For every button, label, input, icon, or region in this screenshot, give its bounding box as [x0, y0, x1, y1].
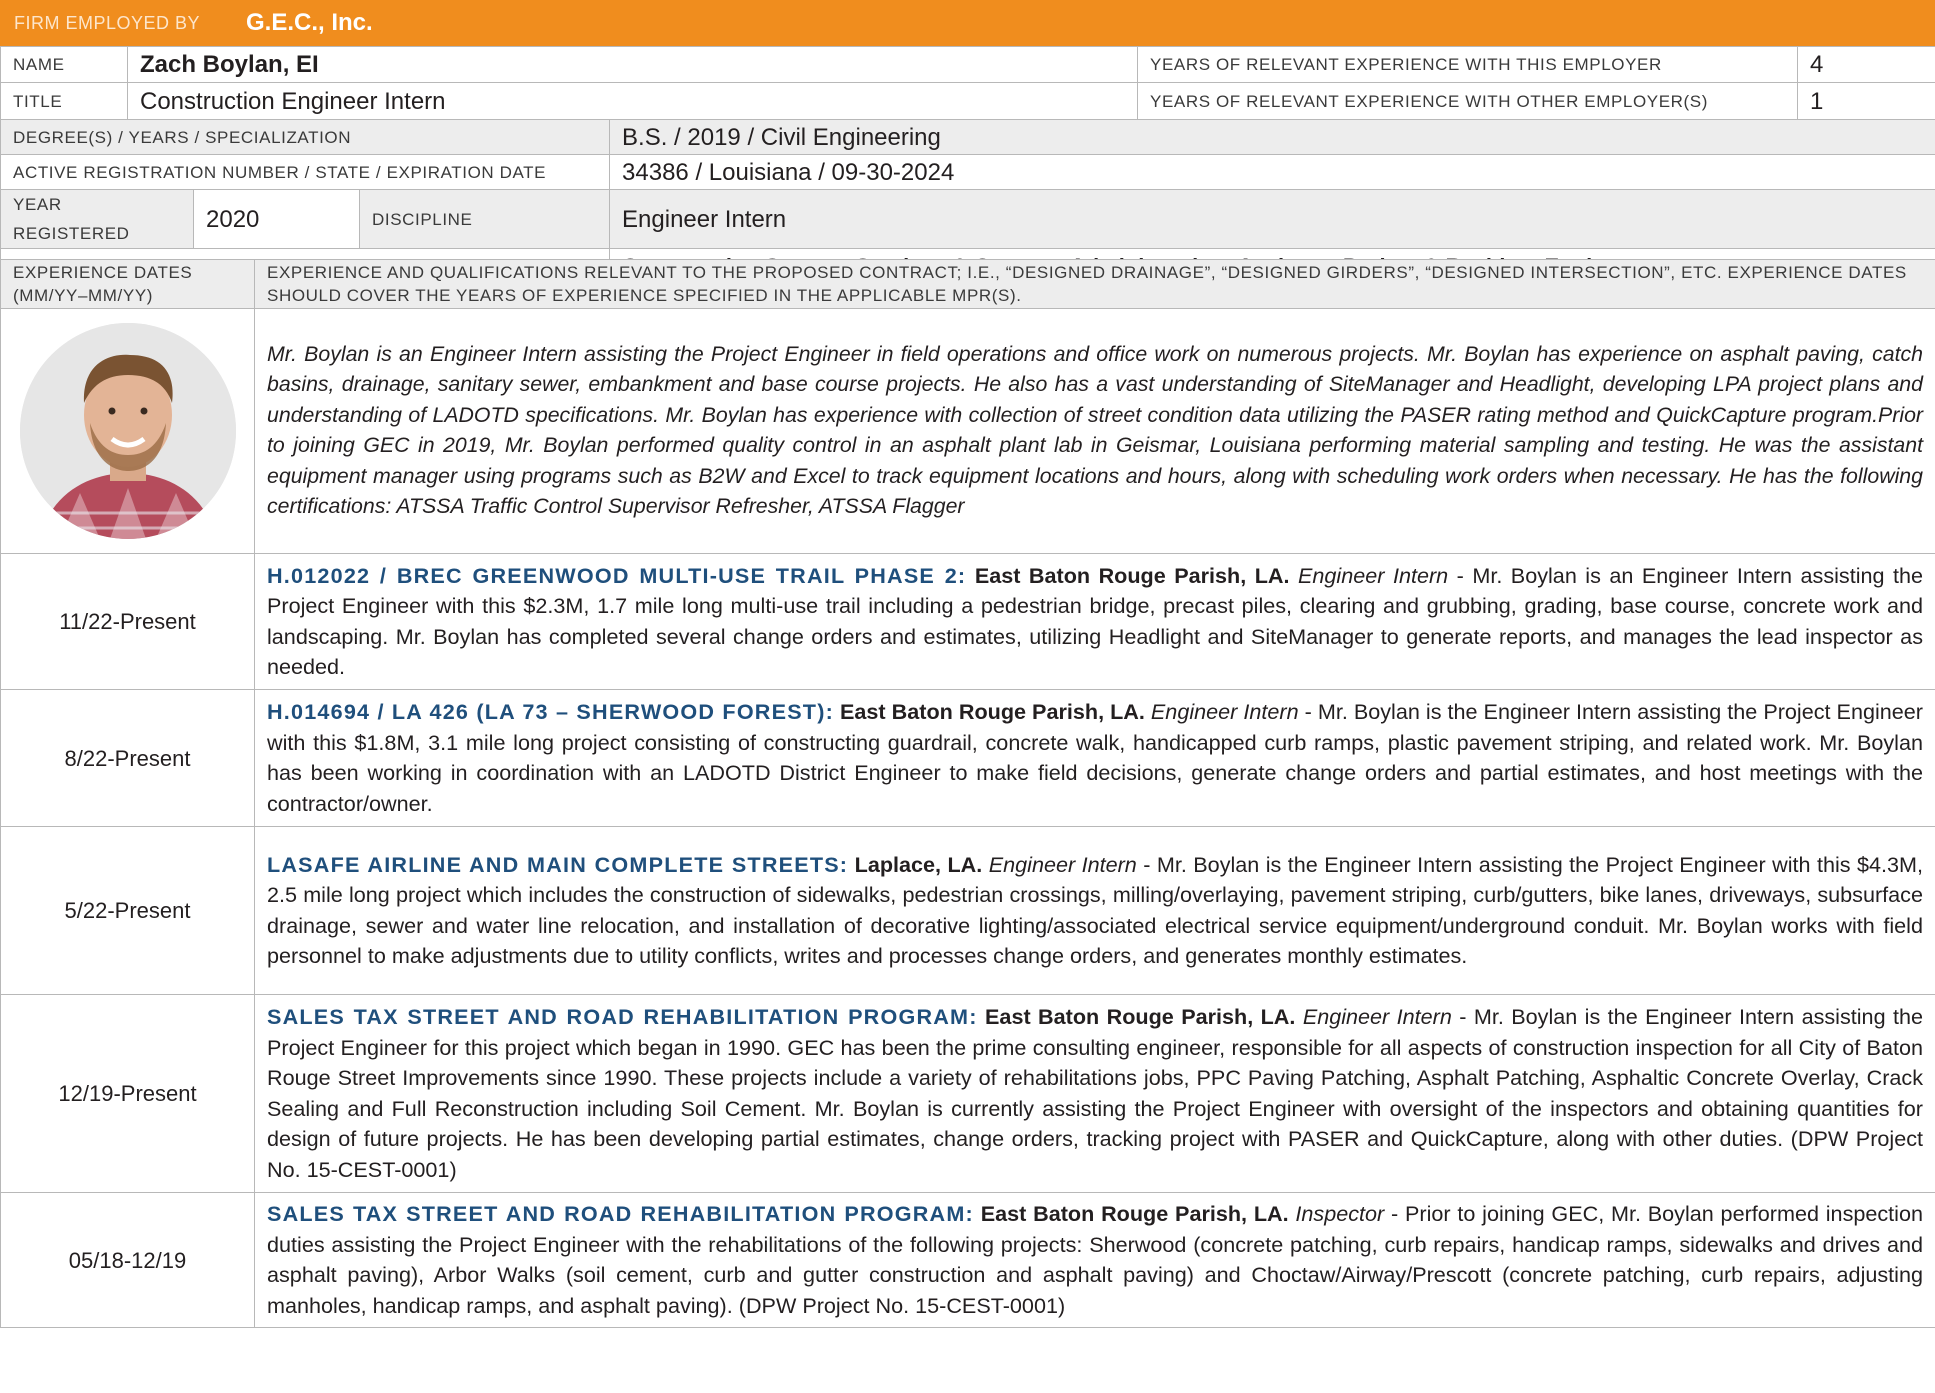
experience-table: EXPERIENCE DATES (MM/YY–MM/YY) EXPERIENC…: [0, 259, 1935, 1328]
degree-value: B.S. / 2019 / Civil Engineering: [609, 119, 1935, 155]
identity-table: NAME Zach Boylan, EI YEARS OF RELEVANT E…: [0, 46, 1935, 120]
project-row: 5/22-Present LASAFE AIRLINE AND MAIN COM…: [0, 826, 1935, 995]
degree-label: DEGREE(S) / YEARS / SPECIALIZATION: [0, 119, 611, 155]
project-description: H.014694 / LA 426 (LA 73 – SHERWOOD FORE…: [254, 689, 1935, 827]
project-description: LASAFE AIRLINE AND MAIN COMPLETE STREETS…: [254, 826, 1935, 995]
experience-header-row: EXPERIENCE DATES (MM/YY–MM/YY) EXPERIENC…: [0, 259, 1935, 309]
registration-row: ACTIVE REGISTRATION NUMBER / STATE / EXP…: [0, 154, 1935, 190]
registered-row: YEAR REGISTERED 2020 DISCIPLINE Engineer…: [0, 189, 1935, 249]
experience-dates-header: EXPERIENCE DATES (MM/YY–MM/YY): [0, 259, 255, 309]
project-description: H.012022 / BREC GREENWOOD MULTI-USE TRAI…: [254, 553, 1935, 690]
project-description: SALES TAX STREET AND ROAD REHABILITATION…: [254, 1192, 1935, 1328]
project-title: LASAFE AIRLINE AND MAIN COMPLETE STREETS…: [267, 851, 849, 877]
project-title: SALES TAX STREET AND ROAD REHABILITATION…: [267, 1004, 978, 1029]
project-dates: 12/19-Present: [0, 994, 255, 1193]
experience-description-header: EXPERIENCE AND QUALIFICATIONS RELEVANT T…: [254, 259, 1935, 309]
project-location: East Baton Rouge Parish, LA.: [840, 699, 1145, 724]
firm-bar: FIRM EMPLOYED BY G.E.C., Inc.: [0, 0, 1935, 46]
degree-row: DEGREE(S) / YEARS / SPECIALIZATION B.S. …: [0, 119, 1935, 155]
registration-value: 34386 / Louisiana / 09-30-2024: [609, 154, 1935, 190]
project-role: Engineer Intern: [988, 851, 1137, 877]
photo-cell: [0, 308, 255, 554]
project-role: Engineer Intern: [1302, 1004, 1452, 1029]
bio-text: Mr. Boylan is an Engineer Intern assisti…: [254, 308, 1935, 554]
years-this-value: 4: [1797, 46, 1935, 83]
title-value: Construction Engineer Intern: [127, 82, 1138, 120]
project-row: 8/22-Present H.014694 / LA 426 (LA 73 – …: [0, 689, 1935, 827]
title-row: TITLE Construction Engineer Intern YEARS…: [0, 82, 1935, 120]
title-label: TITLE: [0, 82, 128, 120]
registration-label: ACTIVE REGISTRATION NUMBER / STATE / EXP…: [0, 154, 611, 190]
name-row: NAME Zach Boylan, EI YEARS OF RELEVANT E…: [0, 46, 1935, 83]
year-registered-value: 2020: [193, 189, 360, 249]
firm-name: G.E.C., Inc.: [246, 9, 373, 36]
project-title: H.012022 / BREC GREENWOOD MULTI-USE TRAI…: [267, 562, 967, 588]
project-dates: 11/22-Present: [0, 553, 255, 690]
project-row: 11/22-Present H.012022 / BREC GREENWOOD …: [0, 553, 1935, 690]
resume-sheet: FIRM EMPLOYED BY G.E.C., Inc. NAME Zach …: [0, 0, 1935, 1393]
project-role: Inspector: [1295, 1201, 1385, 1226]
project-role: Engineer Intern: [1150, 699, 1299, 724]
project-title: SALES TAX STREET AND ROAD REHABILITATION…: [267, 1201, 974, 1226]
firm-label: FIRM EMPLOYED BY: [14, 12, 201, 33]
years-other-label: YEARS OF RELEVANT EXPERIENCE WITH OTHER …: [1137, 82, 1798, 120]
project-dates: 8/22-Present: [0, 689, 255, 827]
name-value: Zach Boylan, EI: [127, 46, 1138, 83]
years-this-label: YEARS OF RELEVANT EXPERIENCE WITH THIS E…: [1137, 46, 1798, 83]
years-other-value: 1: [1797, 82, 1935, 120]
project-title: H.014694 / LA 426 (LA 73 – SHERWOOD FORE…: [267, 699, 834, 724]
project-dates: 5/22-Present: [0, 826, 255, 995]
avatar: [19, 323, 236, 539]
discipline-value: Engineer Intern: [609, 189, 1935, 249]
project-location: East Baton Rouge Parish, LA.: [974, 562, 1290, 588]
discipline-label: DISCIPLINE: [358, 189, 611, 249]
name-label: NAME: [0, 46, 128, 83]
project-row: 12/19-Present SALES TAX STREET AND ROAD …: [0, 994, 1935, 1193]
project-text: - Mr. Boylan is the Engineer Intern assi…: [267, 1004, 1923, 1182]
project-dates: 05/18-12/19: [0, 1192, 255, 1328]
year-registered-label: YEAR REGISTERED: [0, 189, 194, 249]
project-location: East Baton Rouge Parish, LA.: [985, 1004, 1296, 1029]
project-description: SALES TAX STREET AND ROAD REHABILITATION…: [254, 994, 1935, 1193]
bio-row: Mr. Boylan is an Engineer Intern assisti…: [0, 308, 1935, 554]
project-row: 05/18-12/19 SALES TAX STREET AND ROAD RE…: [0, 1192, 1935, 1328]
project-location: East Baton Rouge Parish, LA.: [980, 1201, 1289, 1226]
project-location: Laplace, LA.: [854, 851, 983, 877]
project-role: Engineer Intern: [1298, 562, 1449, 588]
